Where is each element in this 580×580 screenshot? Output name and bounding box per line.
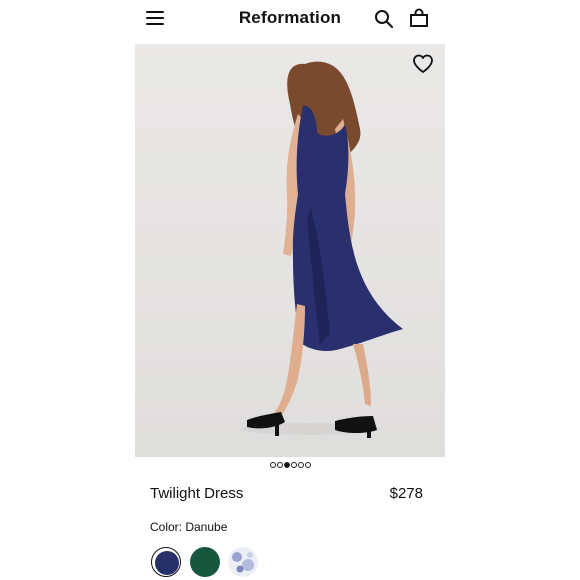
color-swatch-danube[interactable] <box>151 547 181 577</box>
brand-logo[interactable]: Reformation <box>0 8 580 28</box>
top-nav-bar: Reformation <box>0 0 580 40</box>
carousel-dot[interactable] <box>290 462 297 468</box>
color-swatch-floral[interactable] <box>228 547 258 577</box>
swatch-fill <box>155 551 179 575</box>
carousel-dot[interactable] <box>297 462 304 468</box>
shopping-bag-icon[interactable] <box>409 8 429 28</box>
image-carousel-dots <box>0 462 580 468</box>
carousel-dot[interactable] <box>276 462 283 468</box>
model-photo <box>240 61 403 438</box>
color-swatch-green[interactable] <box>190 547 220 577</box>
carousel-dot[interactable] <box>269 462 276 468</box>
swatch-fill <box>190 547 220 577</box>
floral-pattern <box>228 547 258 577</box>
carousel-dot-active[interactable] <box>283 462 290 468</box>
carousel-dot[interactable] <box>304 462 311 468</box>
product-image[interactable] <box>135 44 445 457</box>
favorite-heart-icon[interactable] <box>412 54 434 74</box>
product-name: Twilight Dress <box>150 485 244 502</box>
selected-color-label: Color: Danube <box>150 520 228 534</box>
product-price: $278 <box>389 485 423 502</box>
search-icon[interactable] <box>374 9 394 29</box>
